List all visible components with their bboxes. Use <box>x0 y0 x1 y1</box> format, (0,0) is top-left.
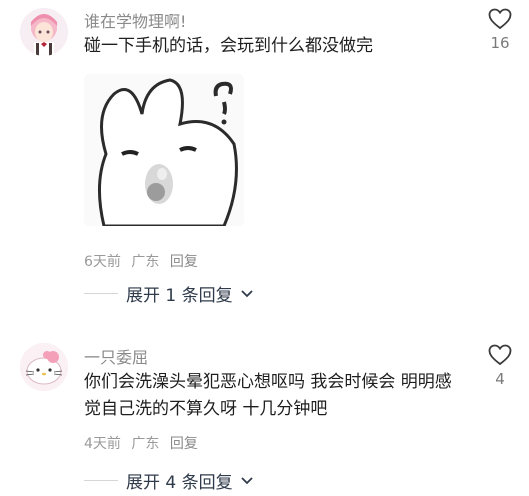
divider <box>84 293 118 294</box>
chevron-down-icon <box>240 289 253 297</box>
sticker-image[interactable] <box>84 74 244 226</box>
like-button[interactable]: 16 <box>485 8 515 52</box>
comment-meta: 4天前 广东 回复 <box>84 433 204 453</box>
comment-text: 你们会洗澡头晕犯恶心想呕吗 我会时候会 明明感觉自己洗的不算久呀 十几分钟吧 <box>84 372 452 419</box>
reply-button[interactable]: 回复 <box>170 254 198 270</box>
avatar[interactable] <box>20 343 68 391</box>
expand-replies-button[interactable]: 展开 1 条回复 <box>84 281 253 306</box>
expand-replies-label: 展开 4 条回复 <box>126 473 233 493</box>
heart-outline-icon <box>488 8 512 30</box>
comment-time: 6天前 <box>84 254 121 270</box>
expand-replies-label: 展开 1 条回复 <box>126 286 233 306</box>
like-button[interactable]: 4 <box>485 344 515 388</box>
like-count: 4 <box>495 370 505 388</box>
reply-button[interactable]: 回复 <box>170 436 198 452</box>
username[interactable]: 谁在学物理啊! <box>84 8 186 32</box>
comment-location: 广东 <box>131 254 160 270</box>
avatar[interactable] <box>20 8 68 56</box>
comment-meta: 6天前 广东 回复 <box>84 251 204 271</box>
chevron-down-icon <box>240 476 253 484</box>
comment-time: 4天前 <box>84 436 121 452</box>
comment-location: 广东 <box>131 436 160 452</box>
username[interactable]: 一只委屈 <box>84 344 148 368</box>
like-count: 16 <box>490 34 510 52</box>
expand-replies-button[interactable]: 展开 4 条回复 <box>84 468 253 493</box>
comment-text: 碰一下手机的话，会玩到什么都没做完 <box>84 36 373 56</box>
heart-outline-icon <box>488 344 512 366</box>
divider <box>84 480 118 481</box>
